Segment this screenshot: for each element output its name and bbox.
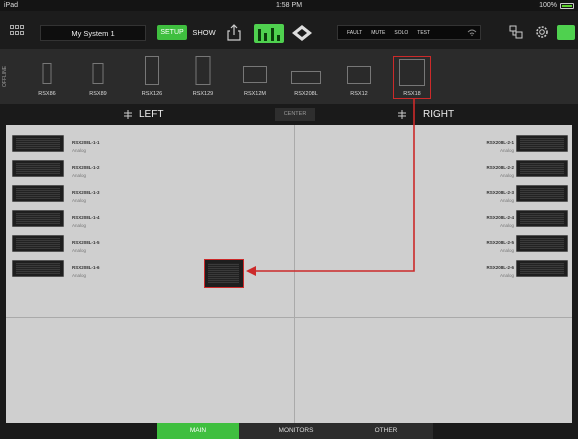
gear-icon[interactable]	[534, 24, 550, 40]
palette-label: RSX126	[141, 91, 163, 97]
solo-label: SOLO	[394, 29, 409, 36]
horizontal-divider	[6, 317, 572, 318]
test-label: TEST	[417, 29, 431, 36]
speaker-cabinet[interactable]	[12, 235, 64, 252]
speaker-canvas[interactable]: RSX208L-1-1 Analog RSX208L-1-2 Analog RS…	[6, 125, 572, 423]
speaker-icon	[92, 63, 104, 84]
fault-label: FAULT	[347, 29, 363, 36]
speaker-input: Analog	[499, 198, 514, 203]
speaker-icon	[291, 71, 321, 84]
speaker-name: RSX208L-1-5	[72, 240, 100, 245]
speaker-name: RSX208L-1-3	[72, 190, 100, 195]
system-name[interactable]: My System 1	[40, 25, 146, 41]
palette-label: RSX86	[38, 91, 56, 97]
palette-label: RSX12	[350, 91, 368, 97]
grid-menu-icon[interactable]	[10, 25, 24, 36]
online-toggle-icon[interactable]	[557, 25, 575, 40]
speaker-name: RSX208L-1-2	[72, 165, 100, 170]
speaker-name: RSX208L-2-1	[486, 140, 514, 145]
toolbar: My System 1 SETUP SHOW FAULT MUTE SOLO T…	[0, 11, 578, 49]
palette-label: RSX89	[89, 91, 107, 97]
palette-item-rsx86[interactable]: RSX86	[22, 51, 72, 101]
speaker-name: RSX208L-2-5	[486, 240, 514, 245]
speaker-input: Analog	[72, 248, 87, 253]
center-divider	[294, 125, 295, 423]
wifi-icon	[467, 29, 477, 36]
speaker-cabinet[interactable]	[516, 260, 568, 277]
zone-left-label: LEFT	[139, 109, 164, 120]
speaker-cabinet[interactable]	[516, 210, 568, 227]
speaker-view-icon[interactable]	[290, 24, 314, 43]
split-icon	[398, 110, 406, 119]
speaker-icon	[243, 66, 267, 83]
speaker-input: Analog	[72, 273, 87, 278]
speaker-icon	[42, 63, 52, 84]
mute-label: MUTE	[371, 29, 386, 36]
speaker-name: RSX208L-2-2	[486, 165, 514, 170]
speaker-input: Analog	[72, 223, 87, 228]
speaker-cabinet[interactable]	[516, 160, 568, 177]
palette-item-rsx89[interactable]: RSX89	[73, 51, 123, 101]
palette-item-rsx129[interactable]: RSX129	[178, 51, 228, 101]
show-button[interactable]: SHOW	[189, 25, 219, 40]
speaker-icon	[347, 66, 371, 84]
tab-other[interactable]: OTHER	[345, 423, 427, 439]
dragged-speaker[interactable]	[204, 259, 244, 288]
status-meter-bar: FAULT MUTE SOLO TEST	[337, 25, 481, 40]
speaker-name: RSX208L-2-6	[486, 265, 514, 270]
speaker-cabinet[interactable]	[516, 235, 568, 252]
mixer-view-icon[interactable]	[254, 24, 284, 43]
speaker-name: RSX208L-2-4	[486, 215, 514, 220]
zone-center-label[interactable]: CENTER	[275, 108, 315, 121]
speaker-name: RSX208L-1-6	[72, 265, 100, 270]
speaker-input: Analog	[72, 198, 87, 203]
palette-item-rsx126[interactable]: RSX126	[127, 51, 177, 101]
battery-percent: 100%	[539, 2, 557, 9]
speaker-input: Analog	[499, 223, 514, 228]
zone-right-label: RIGHT	[423, 109, 455, 120]
speaker-input: Analog	[72, 148, 87, 153]
split-icon	[124, 110, 132, 119]
tab-bar: MAIN MONITORS OTHER	[0, 423, 578, 439]
palette-item-rsx12[interactable]: RSX12	[334, 51, 384, 101]
speaker-name: RSX208L-1-1	[72, 140, 100, 145]
speaker-icon	[145, 56, 159, 85]
speaker-cabinet[interactable]	[516, 135, 568, 152]
speaker-cabinet[interactable]	[12, 135, 64, 152]
speaker-cabinet[interactable]	[12, 210, 64, 227]
clock: 1:58 PM	[275, 2, 303, 9]
status-bar: iPad 1:58 PM 100%	[0, 0, 578, 11]
share-icon[interactable]	[227, 24, 241, 41]
speaker-name: RSX208L-1-4	[72, 215, 100, 220]
speaker-cabinet[interactable]	[12, 185, 64, 202]
speaker-input: Analog	[499, 148, 514, 153]
palette-label: RSX129	[192, 91, 214, 97]
offline-label: OFFLINE	[2, 65, 8, 87]
speaker-input: Analog	[499, 248, 514, 253]
setup-button[interactable]: SETUP	[157, 25, 187, 40]
zone-header: LEFT CENTER RIGHT	[0, 104, 578, 125]
layout-icon[interactable]	[509, 25, 523, 39]
tab-monitors[interactable]: MONITORS	[255, 423, 337, 439]
selected-item-highlight	[393, 56, 431, 99]
speaker-cabinet[interactable]	[12, 260, 64, 277]
speaker-input: Analog	[499, 173, 514, 178]
palette-item-rsx208l[interactable]: RSX208L	[281, 51, 331, 101]
speaker-name: RSX208L-2-3	[486, 190, 514, 195]
tab-main[interactable]: MAIN	[157, 423, 239, 439]
speaker-cabinet[interactable]	[12, 160, 64, 177]
battery-icon	[560, 2, 574, 9]
speaker-cabinet[interactable]	[516, 185, 568, 202]
speaker-input: Analog	[72, 173, 87, 178]
speaker-icon	[195, 56, 211, 85]
speaker-input: Analog	[499, 273, 514, 278]
speaker-palette: OFFLINE RSX86 RSX89 RSX126 RSX129 RSX12M…	[0, 49, 578, 104]
palette-label: RSX208L	[294, 91, 318, 97]
palette-label: RSX12M	[243, 91, 266, 97]
palette-item-rsx12m[interactable]: RSX12M	[230, 51, 280, 101]
